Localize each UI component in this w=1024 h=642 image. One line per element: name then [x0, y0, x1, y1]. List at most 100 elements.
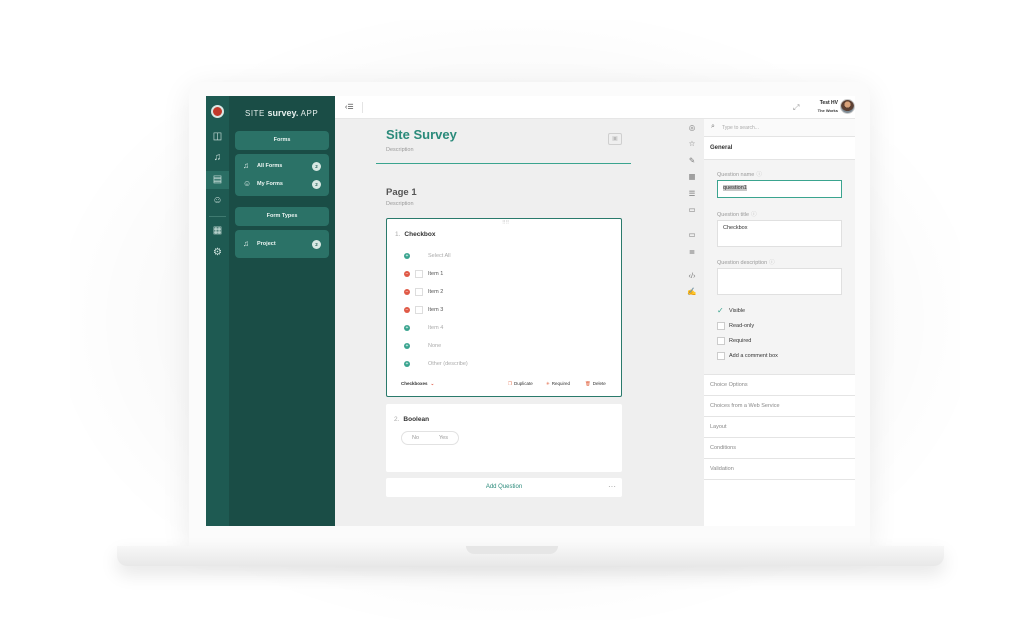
dashboard-icon[interactable]: ◫	[211, 130, 224, 143]
question-title[interactable]: 2. Boolean	[394, 416, 429, 423]
question-title-label: Question title ⓘ	[717, 210, 757, 218]
sidebar-item-label: Project	[257, 241, 276, 247]
star-icon[interactable]: ☆	[686, 138, 698, 150]
clipboard-icon[interactable]: ▤	[206, 171, 229, 189]
choice-item-4[interactable]: + Item 4	[404, 323, 604, 333]
sidebar-item-all-forms[interactable]: ♫ All Forms 2	[235, 157, 329, 175]
delete-label: Delete	[592, 381, 606, 386]
more-options-icon[interactable]: ···	[608, 478, 616, 495]
add-choice-icon[interactable]: +	[404, 325, 410, 331]
question-title[interactable]: 1. Checkbox	[395, 231, 436, 238]
toggle-yes-label[interactable]: Yes	[439, 435, 448, 441]
sidebar-item-my-forms[interactable]: ☺ My Forms 2	[235, 175, 329, 193]
users-icon[interactable]: ☺	[211, 194, 224, 207]
add-question-bar: Add Question ···	[386, 478, 622, 497]
toggle-no-label[interactable]: No	[412, 435, 419, 441]
choice-checkbox[interactable]	[415, 270, 423, 278]
folder-icon[interactable]: ▭	[686, 204, 698, 216]
choice-checkbox[interactable]	[415, 288, 423, 296]
signature-icon[interactable]: ✍	[686, 286, 698, 298]
remove-choice-icon[interactable]: −	[404, 307, 410, 313]
sidebar: SITE survey. APP Forms ♫ All Forms 2 ☺ M…	[229, 96, 335, 526]
choice-item-2[interactable]: − Item 2	[404, 287, 604, 297]
help-icon[interactable]: ⓘ	[769, 260, 775, 266]
sidebar-item-project[interactable]: ♫ Project 2	[235, 235, 329, 253]
boolean-question-card[interactable]: 2. Boolean No Yes	[386, 404, 622, 472]
general-section-body: Question name ⓘ question1 Question title ⓘ…	[704, 160, 855, 375]
question-name-input[interactable]: question1	[717, 180, 842, 198]
edit-icon[interactable]: ✎	[686, 155, 698, 167]
brand-prefix: SITE	[245, 109, 265, 118]
question-description-input[interactable]	[717, 268, 842, 295]
question-name-label: Question name ⓘ	[717, 170, 762, 178]
logo-icon[interactable]	[211, 105, 224, 118]
avatar[interactable]	[840, 99, 855, 114]
section-choices-web-service[interactable]: Choices from a Web Service	[704, 396, 855, 417]
question-title-text: Boolean	[403, 416, 430, 423]
text-icon[interactable]: ≣	[686, 246, 698, 258]
choice-item-3[interactable]: − Item 3	[404, 305, 604, 315]
calendar-icon[interactable]: ▦	[211, 224, 224, 237]
stack-icon[interactable]: ☰	[686, 188, 698, 200]
choice-label: Item 1	[428, 271, 444, 277]
question-title-input[interactable]: Checkbox	[717, 220, 842, 247]
form-types-group: ♫ Project 2	[235, 230, 329, 258]
code-icon[interactable]: ‹/›	[686, 270, 698, 282]
section-layout[interactable]: Layout	[704, 417, 855, 438]
count-badge: 2	[312, 180, 321, 189]
section-title: Layout	[710, 424, 727, 430]
delete-button[interactable]: 🗑 Delete	[585, 381, 606, 387]
survey-description[interactable]: Description	[386, 147, 414, 153]
add-question-button[interactable]: Add Question	[386, 478, 622, 497]
page-description[interactable]: Description	[386, 201, 414, 207]
required-button[interactable]: ✳ Required	[546, 381, 570, 387]
icon-rail: ◫ ♫ ▤ ☺ ▦ ⚙	[206, 96, 229, 526]
collapse-sidebar-icon[interactable]: ‹☰	[345, 102, 363, 113]
count-badge: 2	[312, 240, 321, 249]
boolean-toggle[interactable]: No Yes	[401, 431, 459, 445]
input-icon[interactable]: ▭	[686, 229, 698, 241]
brand-main: survey.	[267, 108, 299, 118]
choice-label: Item 4	[428, 325, 444, 331]
add-choice-icon[interactable]: +	[404, 343, 410, 349]
bell-icon: ♫	[243, 239, 249, 248]
survey-title[interactable]: Site Survey	[386, 127, 457, 142]
remove-choice-icon[interactable]: −	[404, 289, 410, 295]
section-conditions[interactable]: Conditions	[704, 438, 855, 459]
checkbox-question-card[interactable]: ⠿⠿ 1. Checkbox + Select All − Item 1 − It…	[386, 218, 622, 397]
forms-header-button[interactable]: Forms	[235, 131, 329, 150]
form-types-header-button[interactable]: Form Types	[235, 207, 329, 226]
choice-item-1[interactable]: − Item 1	[404, 269, 604, 279]
choice-select-all[interactable]: + Select All	[404, 251, 604, 261]
sidebar-item-label: All Forms	[257, 163, 283, 169]
label-text: Question description	[717, 260, 768, 266]
question-type-dropdown[interactable]: Checkboxes ⌄	[401, 381, 434, 387]
general-section-header[interactable]: General	[704, 137, 855, 160]
calendar-icon[interactable]: ▦	[686, 171, 698, 183]
section-validation[interactable]: Validation	[704, 459, 855, 480]
target-icon[interactable]: ◎	[686, 122, 698, 134]
add-choice-icon[interactable]: +	[404, 361, 410, 367]
choice-none[interactable]: + None	[404, 341, 604, 351]
checkbox-label: Read-only	[729, 323, 755, 329]
add-choice-icon[interactable]: +	[404, 253, 410, 259]
fullscreen-icon[interactable]: ⤢	[793, 103, 799, 113]
survey-canvas: Site Survey Description ▣ Page 1 Descrip…	[335, 119, 680, 526]
label-text: Question title	[717, 212, 750, 218]
choice-checkbox[interactable]	[415, 306, 423, 314]
page-title[interactable]: Page 1	[386, 187, 417, 198]
duplicate-label: Duplicate	[514, 381, 533, 386]
help-icon[interactable]: ⓘ	[756, 172, 762, 178]
remove-choice-icon[interactable]: −	[404, 271, 410, 277]
user-org: The Works	[817, 108, 838, 113]
choice-other[interactable]: + Other (describe)	[404, 359, 604, 369]
bell-icon[interactable]: ♫	[211, 151, 224, 164]
image-placeholder-icon[interactable]: ▣	[608, 133, 622, 145]
duplicate-button[interactable]: ❐ Duplicate	[508, 381, 533, 387]
property-search[interactable]: ⌕ Type to search...	[704, 119, 855, 137]
brand-suffix: APP	[300, 109, 319, 118]
section-choice-options[interactable]: Choice Options	[704, 375, 855, 396]
gear-icon[interactable]: ⚙	[211, 246, 224, 259]
drag-handle-icon[interactable]: ⠿⠿	[502, 220, 509, 226]
help-icon[interactable]: ⓘ	[751, 212, 757, 218]
